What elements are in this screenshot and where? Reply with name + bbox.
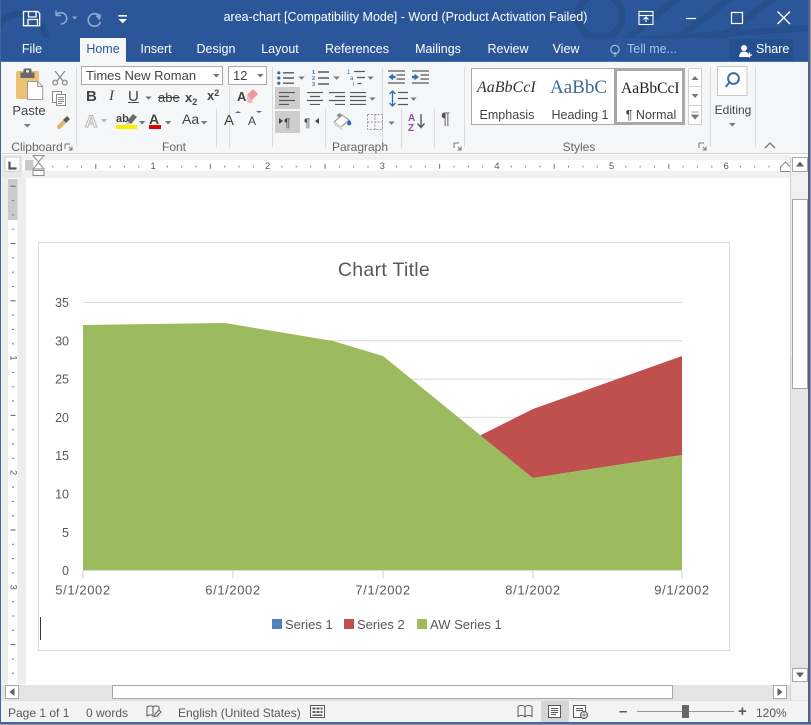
svg-text:3: 3 bbox=[7, 585, 18, 590]
svg-text:5: 5 bbox=[609, 161, 614, 172]
svg-text:35: 35 bbox=[55, 296, 69, 310]
svg-text:7/1/2002: 7/1/2002 bbox=[355, 583, 410, 598]
svg-text:Z: Z bbox=[408, 123, 414, 132]
svg-text:5: 5 bbox=[62, 526, 69, 540]
svg-text:8/1/2002: 8/1/2002 bbox=[505, 583, 560, 598]
svg-text:15: 15 bbox=[55, 449, 69, 463]
svg-text:5/1/2002: 5/1/2002 bbox=[55, 583, 110, 598]
svg-text:¶: ¶ bbox=[304, 116, 310, 129]
svg-text:10: 10 bbox=[55, 488, 69, 502]
svg-text:2: 2 bbox=[265, 161, 270, 172]
svg-text:A: A bbox=[149, 111, 159, 127]
svg-text:4: 4 bbox=[494, 161, 499, 172]
svg-text:9/1/2002: 9/1/2002 bbox=[654, 583, 709, 598]
svg-text:30: 30 bbox=[55, 334, 69, 348]
svg-text:A: A bbox=[237, 89, 247, 104]
svg-text:2: 2 bbox=[7, 470, 18, 475]
svg-text:A: A bbox=[85, 112, 97, 131]
svg-text:A: A bbox=[224, 112, 234, 129]
svg-text:6/1/2002: 6/1/2002 bbox=[205, 583, 260, 598]
svg-text:AW Series 1: AW Series 1 bbox=[430, 617, 502, 632]
svg-text:1: 1 bbox=[150, 161, 155, 172]
svg-text:i: i bbox=[353, 82, 354, 86]
svg-text:25: 25 bbox=[55, 373, 69, 387]
svg-text:1: 1 bbox=[7, 355, 18, 360]
svg-text:6: 6 bbox=[723, 161, 728, 172]
svg-text:3: 3 bbox=[312, 82, 315, 86]
svg-text:A: A bbox=[248, 114, 256, 128]
svg-text:Series 2: Series 2 bbox=[357, 617, 405, 632]
svg-text:Chart Title: Chart Title bbox=[338, 259, 430, 281]
svg-text:Aa: Aa bbox=[182, 111, 199, 127]
svg-text:3: 3 bbox=[380, 161, 385, 172]
svg-text:20: 20 bbox=[55, 411, 69, 425]
svg-text:¶: ¶ bbox=[284, 116, 290, 129]
svg-text:0: 0 bbox=[62, 564, 69, 578]
svg-text:Series 1: Series 1 bbox=[285, 617, 333, 632]
